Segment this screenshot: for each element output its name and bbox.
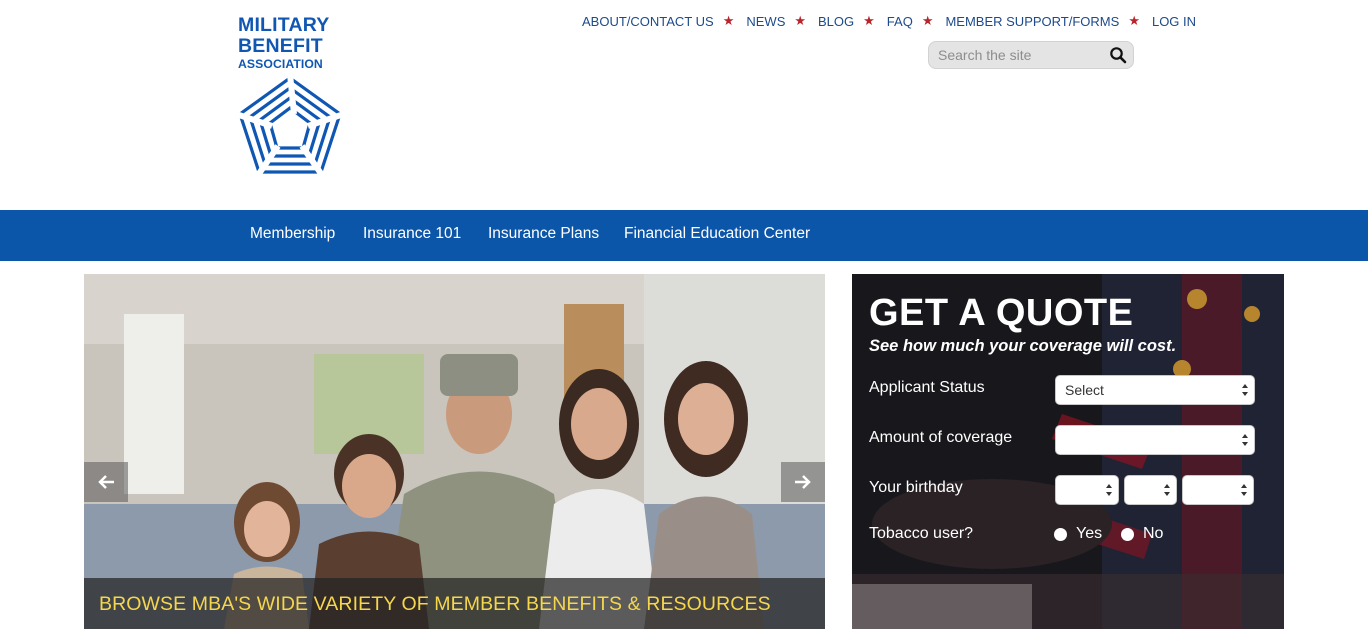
coverage-amount-label: Amount of coverage — [869, 429, 1013, 446]
logo-line-military: MILITARY — [238, 14, 330, 36]
hero-caption-bar[interactable]: BROWSE MBA'S WIDE VARIETY OF MEMBER BENE… — [84, 578, 825, 629]
updown-chevron-icon — [1242, 434, 1248, 446]
nav-faq-link[interactable]: FAQ — [887, 14, 913, 29]
carousel-prev-button[interactable] — [84, 462, 128, 502]
nav-insurance-plans[interactable]: Insurance Plans — [488, 225, 599, 243]
quote-title: GET A QUOTE — [869, 292, 1134, 334]
nav-insurance-101[interactable]: Insurance 101 — [363, 225, 461, 243]
tobacco-no-label: No — [1143, 525, 1164, 542]
updown-chevron-icon — [1242, 384, 1248, 396]
nav-news-link[interactable]: NEWS — [746, 14, 785, 29]
arrow-left-icon — [98, 475, 114, 489]
search-input[interactable] — [929, 42, 1105, 68]
arrow-right-icon — [795, 475, 811, 489]
applicant-status-select[interactable]: Select — [1055, 375, 1255, 405]
star-separator-icon: ★ — [722, 13, 735, 28]
star-separator-icon: ★ — [1128, 13, 1140, 28]
hero-carousel: BROWSE MBA'S WIDE VARIETY OF MEMBER BENE… — [84, 274, 825, 629]
main-nav-bar: Membership Insurance 101 Insurance Plans… — [0, 210, 1368, 261]
radio-circle-icon — [1121, 527, 1134, 541]
hero-caption-text: BROWSE MBA'S WIDE VARIETY OF MEMBER BENE… — [99, 593, 771, 615]
radio-circle-icon — [1054, 527, 1067, 541]
birthday-day-select[interactable] — [1124, 475, 1177, 505]
carousel-next-button[interactable] — [781, 462, 825, 502]
tobacco-no-radio[interactable]: No — [1121, 525, 1163, 543]
mba-logo[interactable]: MILITARY BENEFIT ASSOCIATION — [235, 14, 345, 182]
quote-subtitle: See how much your coverage will cost. — [869, 337, 1177, 355]
logo-line-association: ASSOCIATION — [238, 57, 323, 71]
nav-login-link[interactable]: LOG IN — [1152, 14, 1196, 29]
updown-chevron-icon — [1164, 484, 1170, 496]
updown-chevron-icon — [1241, 484, 1247, 496]
coverage-amount-select[interactable] — [1055, 425, 1255, 455]
applicant-status-value: Select — [1065, 382, 1104, 398]
updown-chevron-icon — [1106, 484, 1112, 496]
star-separator-icon: ★ — [863, 13, 875, 28]
tobacco-user-label: Tobacco user? — [869, 525, 974, 542]
nav-blog-link[interactable]: BLOG — [818, 14, 854, 29]
applicant-status-label: Applicant Status — [869, 379, 985, 396]
hero-family-photo — [84, 274, 825, 629]
star-separator-icon: ★ — [794, 13, 807, 28]
tobacco-yes-radio[interactable]: Yes — [1054, 525, 1102, 543]
birthday-label: Your birthday — [869, 479, 963, 496]
birthday-year-select[interactable] — [1182, 475, 1254, 505]
logo-star-mark-icon — [235, 74, 345, 180]
logo-line-benefit: BENEFIT — [238, 35, 323, 57]
quote-panel: GET A QUOTE See how much your coverage w… — [852, 274, 1284, 629]
nav-about-contact-link[interactable]: ABOUT/CONTACT US — [582, 14, 714, 29]
search-icon[interactable] — [1109, 46, 1127, 64]
birthday-month-select[interactable] — [1055, 475, 1119, 505]
nav-member-support-link[interactable]: MEMBER SUPPORT/FORMS — [945, 14, 1119, 29]
nav-financial-education-center[interactable]: Financial Education Center — [624, 225, 810, 243]
utility-nav: ABOUT/CONTACT US ★ NEWS ★ BLOG ★ FAQ ★ M… — [582, 12, 1196, 30]
star-separator-icon: ★ — [921, 13, 934, 28]
nav-membership[interactable]: Membership — [250, 225, 335, 243]
site-search — [928, 41, 1134, 69]
tobacco-yes-label: Yes — [1076, 525, 1103, 542]
